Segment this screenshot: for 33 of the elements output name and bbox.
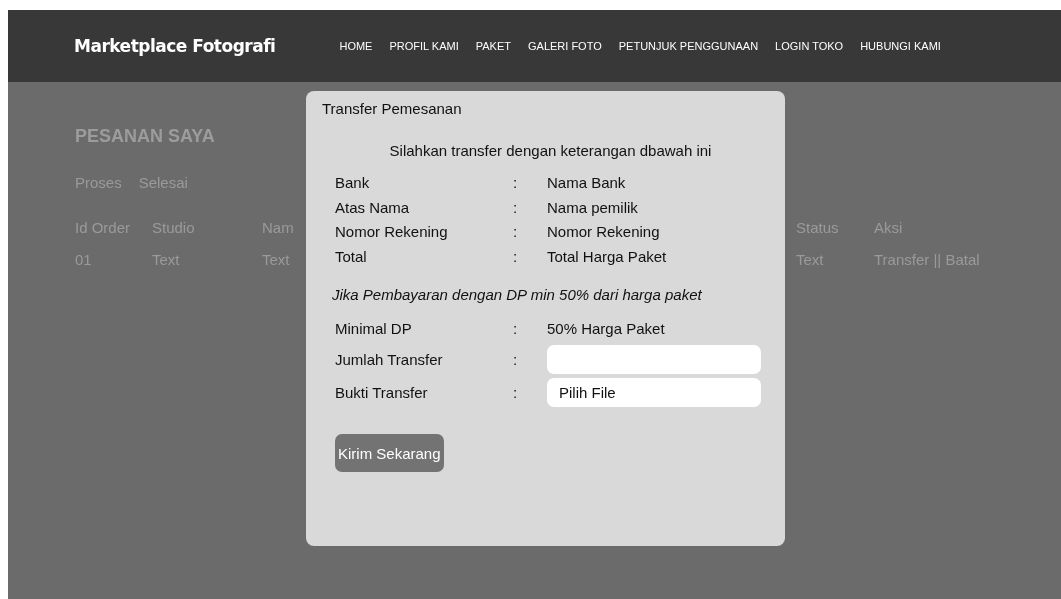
- colon-separator: :: [513, 319, 519, 339]
- submit-button[interactable]: Kirim Sekarang: [335, 434, 444, 472]
- colon-separator: :: [513, 350, 519, 370]
- nav-link[interactable]: GALERI FOTO: [528, 40, 602, 52]
- dp-note: Jika Pembayaran dengan DP min 50% dari harga paket: [332, 286, 703, 303]
- form-label: Jumlah Transfer: [335, 350, 444, 370]
- nav-link[interactable]: HUBUNGI KAMI: [860, 40, 941, 52]
- colon-separator: :: [513, 246, 519, 267]
- modal-title: Transfer Pemesanan: [322, 100, 463, 117]
- colon-separator: :: [513, 173, 519, 193]
- detail-label: Atas Nama: [335, 197, 411, 218]
- detail-value: Total Harga Paket: [547, 246, 668, 267]
- detail-value: Nama pemilik: [547, 197, 639, 218]
- detail-value: Nama Bank: [547, 173, 627, 193]
- detail-label: Total: [335, 246, 368, 267]
- file-picker-field[interactable]: Pilih File: [547, 378, 761, 407]
- nav-link[interactable]: LOGIN TOKO: [775, 40, 844, 52]
- form-value: 50% Harga Paket: [547, 319, 666, 339]
- nav-link[interactable]: PROFIL KAMI: [389, 40, 459, 52]
- detail-value: Nomor Rekening: [547, 222, 661, 242]
- colon-separator: :: [513, 222, 519, 242]
- colon-separator: :: [513, 383, 519, 403]
- colon-separator: :: [513, 197, 519, 218]
- form-label: Bukti Transfer: [335, 383, 429, 403]
- detail-label: Bank: [335, 173, 371, 193]
- nav-link[interactable]: HOME: [339, 40, 373, 52]
- site-logo: Marketplace Fotografi: [74, 36, 276, 56]
- form-label: Minimal DP: [335, 319, 413, 339]
- transfer-amount-field[interactable]: [547, 345, 761, 374]
- nav-link[interactable]: PAKET: [475, 40, 511, 52]
- nav-link[interactable]: PETUNJUK PENGGUNAAN: [618, 40, 759, 52]
- detail-label: Nomor Rekening: [335, 222, 449, 242]
- instruction-text: Silahkan transfer dengan keterangan dbawah ini: [388, 142, 713, 159]
